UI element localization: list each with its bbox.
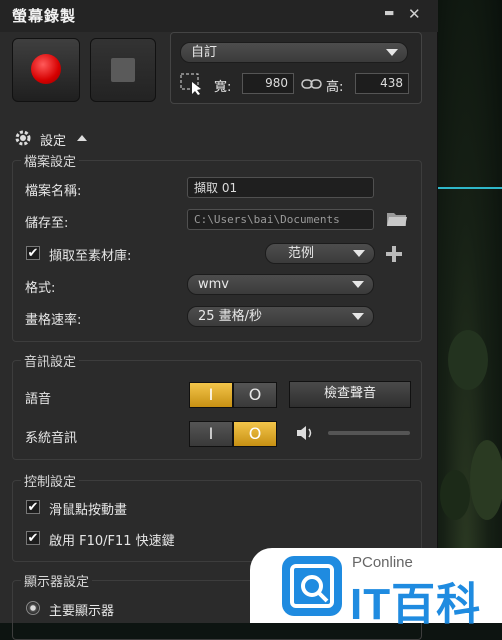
system-audio-off-toggle[interactable]: O [233, 421, 277, 447]
chevron-down-icon [386, 49, 398, 56]
pconline-logo-icon [282, 556, 342, 616]
height-label: 高: [326, 80, 344, 95]
folder-icon[interactable] [386, 210, 408, 228]
voice-on-toggle[interactable]: I [189, 382, 233, 408]
voice-label: 語音 [25, 392, 52, 407]
format-value: wmv [198, 277, 229, 292]
format-label: 格式: [25, 281, 56, 296]
check-audio-button[interactable]: 檢查聲音 [289, 381, 411, 408]
voice-off-toggle[interactable]: O [233, 382, 277, 408]
watermark-title: IT百科 [350, 580, 482, 629]
library-label: 擷取至素材庫: [49, 249, 132, 264]
frame-rate-value: 25 畫格/秒 [198, 309, 263, 324]
library-checkbox[interactable]: ✔ [26, 246, 40, 260]
mouse-click-checkbox[interactable]: ✔ [26, 500, 40, 514]
system-volume-slider[interactable] [328, 431, 410, 435]
add-icon[interactable] [386, 246, 402, 262]
region-preset-dropdown[interactable]: 自訂 [180, 42, 408, 63]
primary-display-radio[interactable] [26, 601, 40, 615]
save-path-input[interactable]: C:\Users\bai\Documents [187, 209, 374, 230]
region-preset-value: 自訂 [191, 45, 218, 60]
library-dropdown[interactable]: 范例 [265, 243, 375, 264]
record-icon [31, 54, 61, 84]
display-settings-title: 顯示器設定 [21, 571, 93, 590]
video-background [430, 0, 502, 623]
chevron-down-icon [353, 250, 365, 257]
foliage [440, 470, 470, 520]
foliage [470, 440, 502, 520]
width-label: 寬: [214, 80, 232, 95]
mouse-click-label: 滑鼠點按動畫 [49, 503, 128, 518]
capture-region-border [436, 187, 502, 189]
minimize-button[interactable]: ▬ [384, 6, 394, 19]
width-input[interactable]: 980 [242, 73, 294, 94]
library-value: 范例 [288, 246, 315, 261]
close-button[interactable]: ✕ [408, 5, 421, 23]
save-to-label: 儲存至: [25, 216, 69, 231]
file-name-input[interactable]: 擷取 01 [187, 177, 374, 198]
stop-icon [111, 58, 135, 82]
file-settings-title: 檔案設定 [21, 151, 80, 170]
system-audio-label: 系統音訊 [25, 431, 78, 446]
height-input[interactable]: 438 [355, 73, 409, 94]
select-region-icon[interactable] [180, 73, 202, 95]
settings-label[interactable]: 設定 [40, 130, 66, 149]
hotkey-label: 啟用 F10/F11 快速鍵 [49, 534, 175, 549]
foliage [448, 330, 488, 390]
chevron-down-icon [352, 281, 364, 288]
hotkey-checkbox[interactable]: ✔ [26, 531, 40, 545]
frame-rate-label: 畫格速率: [25, 313, 82, 328]
window-title: 螢幕錄製 [12, 7, 77, 25]
system-audio-on-toggle[interactable]: I [189, 421, 233, 447]
frame-rate-dropdown[interactable]: 25 畫格/秒 [187, 306, 374, 327]
chevron-up-icon[interactable] [77, 135, 87, 141]
chevron-down-icon [352, 313, 364, 320]
format-dropdown[interactable]: wmv [187, 274, 374, 295]
control-settings-title: 控制設定 [21, 471, 80, 490]
speaker-icon [296, 425, 314, 441]
file-name-label: 檔案名稱: [25, 184, 82, 199]
primary-display-label: 主要顯示器 [49, 604, 115, 619]
audio-settings-title: 音訊設定 [21, 351, 80, 370]
link-icon[interactable] [301, 76, 323, 92]
gear-icon[interactable] [14, 129, 32, 147]
